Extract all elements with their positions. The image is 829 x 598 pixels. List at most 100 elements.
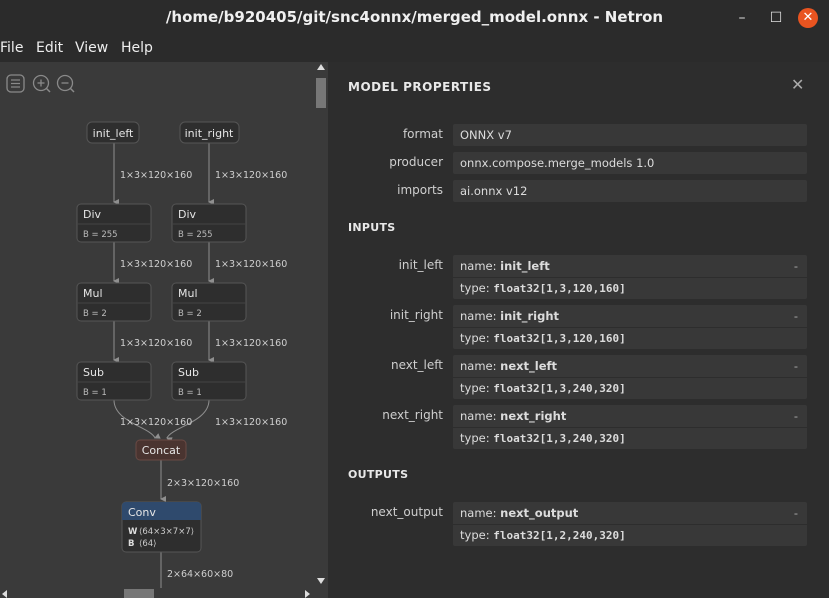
close-icon[interactable]: ✕ [791,75,804,94]
op-name: Mul [83,287,103,300]
op-name: Concat [142,444,181,457]
graph-svg: 1×3×120×160 1×3×120×160 1×3×120×160 1×3×… [6,74,287,588]
op-attr-value: ⟨64×3×7×7⟩ [139,527,194,537]
arg-type-key: type: [460,431,490,445]
scroll-down-icon[interactable] [317,578,325,584]
edge-label: 1×3×120×160 [120,338,192,349]
section-heading-outputs: OUTPUTS [348,468,409,481]
menu-help[interactable]: Help [121,40,153,56]
argument-box[interactable]: name: next_output - type: float32[1,2,24… [453,502,807,546]
menu-file[interactable]: File [0,40,23,56]
op-name: Div [178,208,197,221]
edge-label: 1×3×120×160 [215,170,287,181]
op-attr-key: W [128,527,138,537]
arg-type: float32[1,3,120,160] [493,332,626,345]
arg-name: init_right [500,309,560,323]
graph-op-node[interactable]: Mul B = 2 [76,282,152,322]
panel-title: MODEL PROPERTIES [348,80,492,94]
menu-edit[interactable]: Edit [36,40,63,56]
graph-op-node[interactable]: Mul B = 2 [171,282,247,322]
edge-label: 2×3×120×160 [167,478,239,489]
arg-name-key: name: [460,259,497,273]
input-node-label: init_right [185,127,234,140]
op-attr: B = 255 [178,230,213,240]
expand-toggle[interactable]: - [794,309,798,323]
scroll-right-icon[interactable] [305,590,310,598]
section-heading-inputs: INPUTS [348,221,396,234]
expand-toggle[interactable]: - [794,259,798,273]
op-name: Sub [83,366,104,379]
sidebar-toggle-icon[interactable] [6,74,25,93]
arg-type-key: type: [460,381,490,395]
property-label: imports [397,183,443,197]
arg-name-key: name: [460,309,497,323]
arg-type: float32[1,3,240,320] [493,382,626,395]
expand-toggle[interactable]: - [794,409,798,423]
menu-bar: File Edit View Help [0,36,829,62]
op-attr-value: ⟨64⟩ [139,539,156,549]
window-titlebar: /home/b920405/git/snc4onnx/merged_model.… [0,0,829,36]
op-attr: B = 1 [83,388,107,398]
argument-box[interactable]: name: init_right - type: float32[1,3,120… [453,305,807,349]
arg-name: next_output [500,506,579,520]
property-label: format [402,127,443,141]
zoom-in-icon[interactable] [32,74,51,93]
op-attr: B = 2 [83,309,107,319]
arg-type-key: type: [460,281,490,295]
argument-label: next_right [382,408,443,422]
scroll-left-icon[interactable] [2,590,7,598]
vertical-scrollbar[interactable] [314,62,328,588]
graph-op-node[interactable]: Div B = 255 [76,203,152,243]
op-attr: B = 2 [178,309,202,319]
edge-label: 2×64×60×80 [167,569,233,580]
graph-canvas[interactable]: 1×3×120×160 1×3×120×160 1×3×120×160 1×3×… [0,62,328,598]
zoom-out-icon[interactable] [56,74,75,93]
scroll-thumb[interactable] [316,78,326,108]
graph-op-node[interactable]: Div B = 255 [171,203,247,243]
graph-op-node[interactable]: Sub B = 1 [76,361,152,401]
edge-label: 1×3×120×160 [120,259,192,270]
expand-toggle[interactable]: - [794,506,798,520]
arg-type-key: type: [460,528,490,542]
argument-label: next_left [390,358,443,372]
minimize-button[interactable]: – [732,8,752,28]
scroll-thumb[interactable] [124,589,154,598]
close-window-button[interactable]: ✕ [798,8,818,28]
argument-box[interactable]: name: next_left - type: float32[1,3,240,… [453,355,807,399]
graph-op-node[interactable]: Sub B = 1 [171,361,247,401]
arg-type: float32[1,2,240,320] [493,529,626,542]
expand-toggle[interactable]: - [794,359,798,373]
op-name: Div [83,208,102,221]
model-properties-panel: MODEL PROPERTIES ✕ format ONNX v7 produc… [329,62,829,598]
argument-label: init_left [398,258,443,272]
op-name: Sub [178,366,199,379]
property-label: producer [389,155,443,169]
arg-name-key: name: [460,409,497,423]
argument-label: init_right [389,308,443,322]
op-attr-key: B [128,539,134,549]
op-name: Conv [128,506,156,519]
graph-concat-node[interactable]: Concat [135,439,187,461]
edge-label: 1×3×120×160 [215,338,287,349]
arg-name: next_right [500,409,567,423]
arg-name: next_left [500,359,558,373]
window-title: /home/b920405/git/snc4onnx/merged_model.… [165,8,664,26]
graph-conv-node[interactable]: Conv W ⟨64×3×7×7⟩ B ⟨64⟩ [121,501,202,553]
arg-name-key: name: [460,359,497,373]
maximize-button[interactable]: ☐ [766,8,786,28]
argument-label: next_output [370,505,443,519]
menu-view[interactable]: View [75,40,108,56]
scroll-up-icon[interactable] [317,64,325,70]
argument-box[interactable]: name: next_right - type: float32[1,3,240… [453,405,807,449]
op-attr: B = 1 [178,388,202,398]
argument-box[interactable]: name: init_left - type: float32[1,3,120,… [453,255,807,299]
arg-type: float32[1,3,240,320] [493,432,626,445]
arg-name: init_left [500,259,550,273]
arg-name-key: name: [460,506,497,520]
property-value: ai.onnx v12 [453,180,807,202]
horizontal-scrollbar[interactable] [0,588,314,598]
edge-label: 1×3×120×160 [215,259,287,270]
graph-input-node[interactable]: init_left [86,121,140,144]
graph-input-node[interactable]: init_right [179,121,240,144]
edge-label: 1×3×120×160 [120,170,192,181]
